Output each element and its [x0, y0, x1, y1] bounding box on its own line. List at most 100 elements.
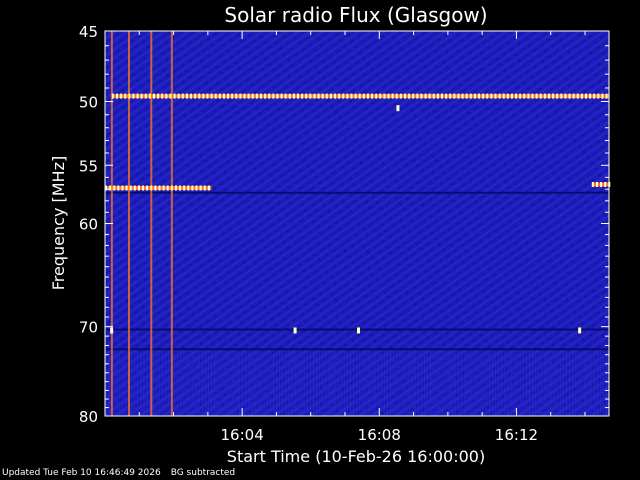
y-tick-label: 55: [79, 157, 98, 175]
band-hotspot: [469, 93, 472, 99]
updated-timestamp: Updated Tue Feb 10 16:46:49 2026: [2, 468, 161, 478]
band-hotspot: [136, 93, 139, 99]
band-hotspot: [179, 185, 182, 191]
band-hotspot: [301, 93, 304, 99]
band-hotspot: [604, 181, 607, 187]
band-hotspot: [432, 93, 435, 99]
x-tick-label: 16:08: [358, 426, 401, 444]
band-hotspot: [600, 181, 603, 187]
band-hotspot: [251, 93, 254, 99]
band-hotspot: [166, 185, 169, 191]
band-hotspot: [133, 185, 136, 191]
band-hotspot: [595, 181, 598, 187]
band-hotspot: [177, 93, 180, 99]
band-hotspot: [371, 93, 374, 99]
band-hotspot: [259, 93, 262, 99]
band-hotspot: [342, 93, 345, 99]
band-hotspot: [543, 93, 546, 99]
band-hotspot: [403, 93, 406, 99]
band-hotspot: [564, 93, 567, 99]
band-hotspot: [601, 93, 604, 99]
band-hotspot: [210, 93, 213, 99]
band-hotspot: [354, 93, 357, 99]
band-hotspot: [207, 185, 210, 191]
band-hotspot: [395, 93, 398, 99]
band-hotspot: [334, 93, 337, 99]
band-hotspot: [165, 93, 168, 99]
band-hotspot: [121, 185, 124, 191]
y-tick-label: 60: [79, 216, 98, 234]
band-hotspot: [148, 93, 151, 99]
band-hotspot: [113, 185, 116, 191]
x-tick-label: 16:04: [221, 426, 264, 444]
band-hotspot: [247, 93, 250, 99]
band-hotspot: [362, 93, 365, 99]
band-hotspot: [420, 93, 423, 99]
chart-title: Solar radio Flux (Glasgow): [224, 3, 487, 27]
band-hotspot: [115, 93, 118, 99]
band-hotspot: [157, 93, 160, 99]
band-hotspot: [457, 93, 460, 99]
band-hotspot: [552, 93, 555, 99]
band-hotspot: [183, 185, 186, 191]
y-axis-label: Frequency [MHz]: [49, 156, 68, 290]
band-hotspot: [515, 93, 518, 99]
band-hotspot: [375, 93, 378, 99]
band-hotspot: [117, 185, 120, 191]
band-hotspot: [350, 93, 353, 99]
spectrogram-chart: 45 50 55 60 70 80 16:04 16:08 16:12 Solar radio…: [49, 3, 611, 466]
band-hotspot: [255, 93, 258, 99]
band-hotspot: [523, 93, 526, 99]
band-hotspot: [445, 93, 448, 99]
band-hotspot: [214, 93, 217, 99]
band-hotspot: [120, 93, 123, 99]
band-hotspot: [465, 93, 468, 99]
band-hotspot: [194, 93, 197, 99]
band-hotspot: [486, 93, 489, 99]
band-hotspot: [519, 93, 522, 99]
band-hotspot: [461, 93, 464, 99]
band-hotspot: [174, 185, 177, 191]
band-hotspot: [144, 93, 147, 99]
band-hotspot: [218, 93, 221, 99]
band-hotspot: [490, 93, 493, 99]
band-hotspot: [585, 93, 587, 99]
band-hotspot: [239, 93, 242, 99]
background-note: BG subtracted: [170, 468, 236, 478]
x-tick-label: 16:12: [495, 426, 538, 444]
band-hotspot: [199, 185, 202, 191]
bright-pixel: [293, 327, 297, 334]
band-hotspot: [125, 185, 128, 191]
band-hotspot: [556, 93, 559, 99]
band-hotspot: [268, 93, 271, 99]
band-hotspot: [305, 93, 308, 99]
band-hotspot: [124, 93, 127, 99]
band-hotspot: [560, 93, 563, 99]
band-hotspot: [383, 93, 386, 99]
band-hotspot: [202, 93, 205, 99]
band-hotspot: [317, 93, 320, 99]
band-hotspot: [128, 93, 131, 99]
band-hotspot: [572, 93, 575, 99]
band-hotspot: [387, 93, 390, 99]
y-tick-label: 80: [79, 408, 98, 426]
band-hotspot: [428, 93, 431, 99]
band-hotspot: [329, 93, 332, 99]
band-hotspot: [321, 93, 324, 99]
band-hotspot: [243, 93, 246, 99]
band-hotspot: [161, 93, 164, 99]
band-hotspot: [510, 93, 513, 99]
band-hotspot: [170, 185, 173, 191]
bright-pixel: [110, 327, 114, 334]
band-hotspot: [195, 185, 198, 191]
band-hotspot: [391, 93, 394, 99]
band-hotspot: [276, 93, 279, 99]
band-hotspot: [346, 93, 349, 99]
band-hotspot: [325, 93, 328, 99]
band-hotspot: [154, 185, 157, 191]
band-hotspot: [173, 93, 176, 99]
band-hotspot: [129, 185, 132, 191]
band-hotspot: [187, 185, 190, 191]
band-hotspot: [366, 93, 369, 99]
band-hotspot: [309, 93, 312, 99]
